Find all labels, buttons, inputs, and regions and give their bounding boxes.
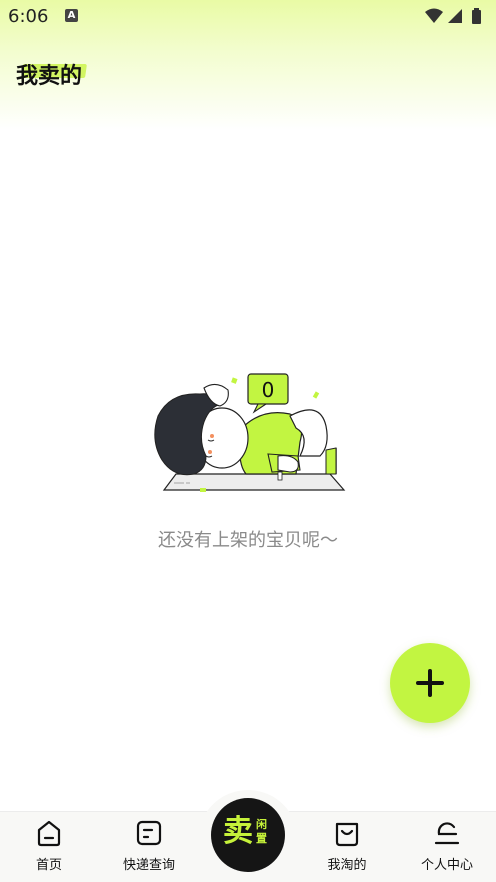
tab-profile-label: 个人中心 — [420, 858, 473, 873]
battery-icon — [472, 8, 481, 24]
page-title: 我卖的 — [16, 64, 83, 89]
sell-idle-button[interactable]: 卖 闲置 — [211, 798, 285, 872]
empty-state-illustration: 0 — [154, 373, 346, 492]
profile-icon — [434, 822, 460, 845]
shopping-bag-icon — [335, 822, 359, 847]
bubble-count: 0 — [262, 378, 275, 402]
tab-profile[interactable]: 个人中心 — [402, 818, 492, 878]
tab-my-purchases[interactable]: 我淘的 — [302, 818, 392, 878]
status-icons — [425, 8, 481, 24]
signal-icon — [448, 9, 462, 23]
tab-home-label: 首页 — [35, 858, 62, 873]
empty-state-message: 还没有上架的宝贝呢～ — [158, 530, 338, 551]
sell-sub-label: 闲置 — [256, 818, 267, 845]
package-query-icon — [136, 820, 162, 846]
tab-package-query-label: 快递查询 — [122, 858, 175, 873]
status-time: 6:06 — [8, 6, 49, 27]
wifi-icon — [425, 8, 443, 23]
status-bar: 6:06 A — [0, 0, 496, 34]
tab-package-query[interactable]: 快递查询 — [104, 818, 194, 878]
home-icon — [37, 820, 61, 847]
tab-home[interactable]: 首页 — [4, 818, 94, 878]
plus-icon — [416, 669, 444, 697]
tab-my-purchases-label: 我淘的 — [327, 858, 367, 873]
sell-main-label: 卖 — [223, 814, 253, 849]
add-item-button[interactable] — [390, 643, 470, 723]
notification-app-icon: A — [65, 9, 78, 22]
